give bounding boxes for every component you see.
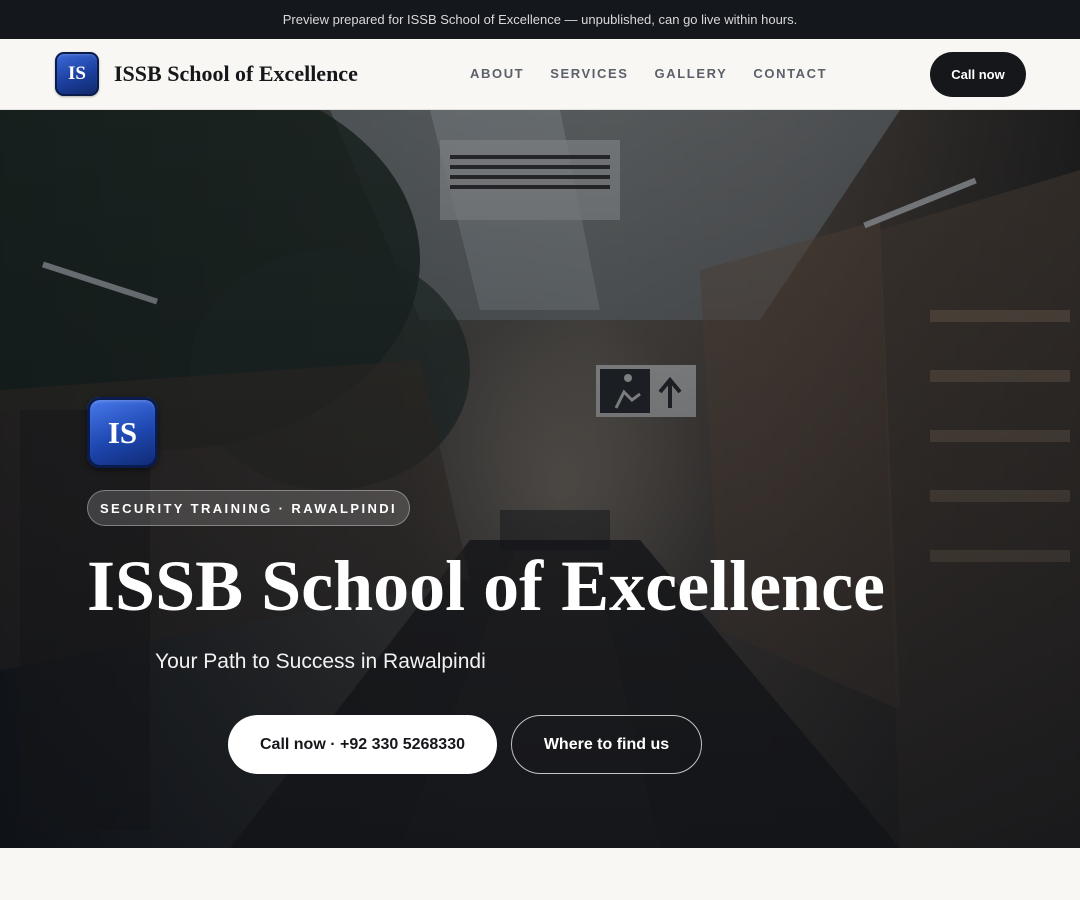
site-header: IS ISSB School of Excellence ABOUT SERVI… <box>0 39 1080 110</box>
hero-logo-badge: IS <box>87 397 158 468</box>
header-call-button[interactable]: Call now <box>930 52 1026 97</box>
brand-name[interactable]: ISSB School of Excellence <box>114 61 358 87</box>
hero-tagline-pill: SECURITY TRAINING · RAWALPINDI <box>87 490 410 526</box>
preview-banner: Preview prepared for ISSB School of Exce… <box>0 0 1080 39</box>
logo-badge[interactable]: IS <box>55 52 99 96</box>
hero-badge-initials: IS <box>107 414 138 450</box>
hero-call-button[interactable]: Call now · +92 330 5268330 <box>228 715 497 774</box>
hero-subtitle: Your Path to Success in Rawalpindi <box>155 650 486 673</box>
nav-gallery[interactable]: GALLERY <box>655 66 728 81</box>
hero-title: ISSB School of Excellence <box>87 546 886 626</box>
nav-about[interactable]: ABOUT <box>470 66 524 81</box>
nav-contact[interactable]: CONTACT <box>753 66 827 81</box>
where-to-find-us-button[interactable]: Where to find us <box>511 715 702 774</box>
preview-banner-text: Preview prepared for ISSB School of Exce… <box>282 12 798 27</box>
logo-initials: IS <box>68 63 86 84</box>
main-nav: ABOUT SERVICES GALLERY CONTACT <box>470 66 827 81</box>
nav-services[interactable]: SERVICES <box>550 66 628 81</box>
